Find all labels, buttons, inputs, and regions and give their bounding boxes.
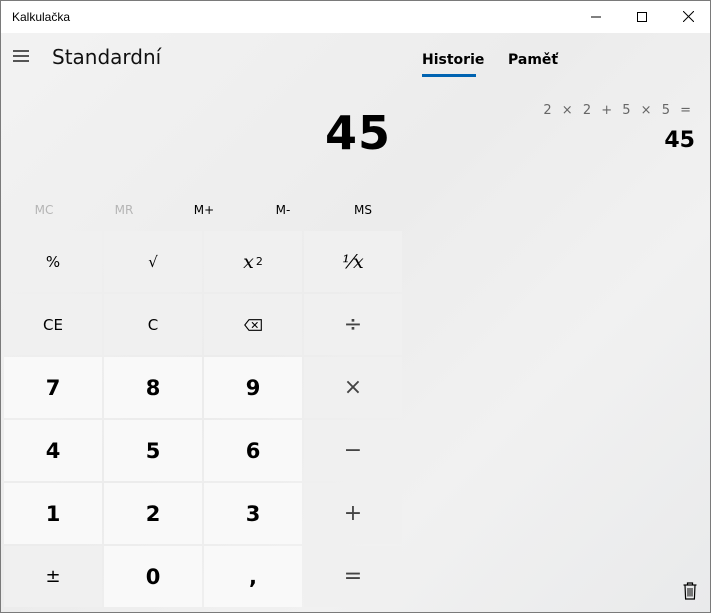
digit-6-button[interactable]: 6 (204, 420, 302, 481)
close-icon (682, 11, 694, 22)
active-tab-indicator (422, 74, 476, 77)
trash-icon (683, 582, 697, 600)
reciprocal-button-label: ⅟x (342, 250, 364, 273)
backspace-icon (244, 318, 262, 331)
decimal-separator-button[interactable]: , (204, 546, 302, 607)
digit-8-button[interactable]: 8 (104, 357, 202, 418)
digit-5-button[interactable]: 5 (104, 420, 202, 481)
clear-history-button[interactable] (678, 579, 702, 603)
navigation-menu-button[interactable] (6, 40, 36, 72)
tab-history[interactable]: Historie (422, 52, 484, 68)
memory-clear-button[interactable]: MC (4, 198, 84, 222)
digit-7-button[interactable]: 7 (4, 357, 102, 418)
memory-subtract-button[interactable]: M- (243, 198, 323, 222)
digit-9-button[interactable]: 9 (204, 357, 302, 418)
digit-2-button[interactable]: 2 (104, 483, 202, 544)
history-item-result[interactable]: 45 (664, 128, 695, 153)
memory-add-button[interactable]: M+ (164, 198, 244, 222)
digit-0-button[interactable]: 0 (104, 546, 202, 607)
maximize-button[interactable] (619, 0, 665, 33)
negate-button[interactable]: ± (4, 546, 102, 607)
maximize-icon (637, 11, 647, 22)
minimize-icon (591, 16, 601, 17)
backspace-button[interactable] (204, 294, 302, 355)
tab-memory[interactable]: Paměť (508, 52, 558, 68)
calculator-mode-title: Standardní (52, 45, 162, 69)
digit-3-button[interactable]: 3 (204, 483, 302, 544)
square-button-exponent: 2 (255, 255, 263, 268)
window-title: Kalkulačka (12, 10, 71, 24)
reciprocal-button[interactable]: ⅟x (304, 231, 402, 292)
multiply-button[interactable]: × (304, 357, 402, 418)
subtract-button[interactable]: − (304, 420, 402, 481)
clear-button[interactable]: C (104, 294, 202, 355)
square-button[interactable]: x2 (204, 231, 302, 292)
clear-entry-button[interactable]: CE (4, 294, 102, 355)
minimize-button[interactable] (573, 0, 619, 33)
divide-button[interactable]: ÷ (304, 294, 402, 355)
equals-button[interactable]: = (304, 546, 402, 607)
title-bar[interactable]: Kalkulačka (0, 0, 711, 33)
digit-4-button[interactable]: 4 (4, 420, 102, 481)
history-item-expression[interactable]: 2 × 2 + 5 × 5 = (543, 103, 693, 118)
square-root-button[interactable]: √ (104, 231, 202, 292)
percent-button[interactable]: % (4, 231, 102, 292)
memory-recall-button[interactable]: MR (84, 198, 164, 222)
memory-store-button[interactable]: MS (323, 198, 403, 222)
digit-1-button[interactable]: 1 (4, 483, 102, 544)
add-button[interactable]: + (304, 483, 402, 544)
hamburger-icon (13, 50, 29, 62)
result-display: 45 (324, 106, 391, 160)
close-button[interactable] (665, 0, 711, 33)
square-button-base: x (243, 250, 254, 273)
